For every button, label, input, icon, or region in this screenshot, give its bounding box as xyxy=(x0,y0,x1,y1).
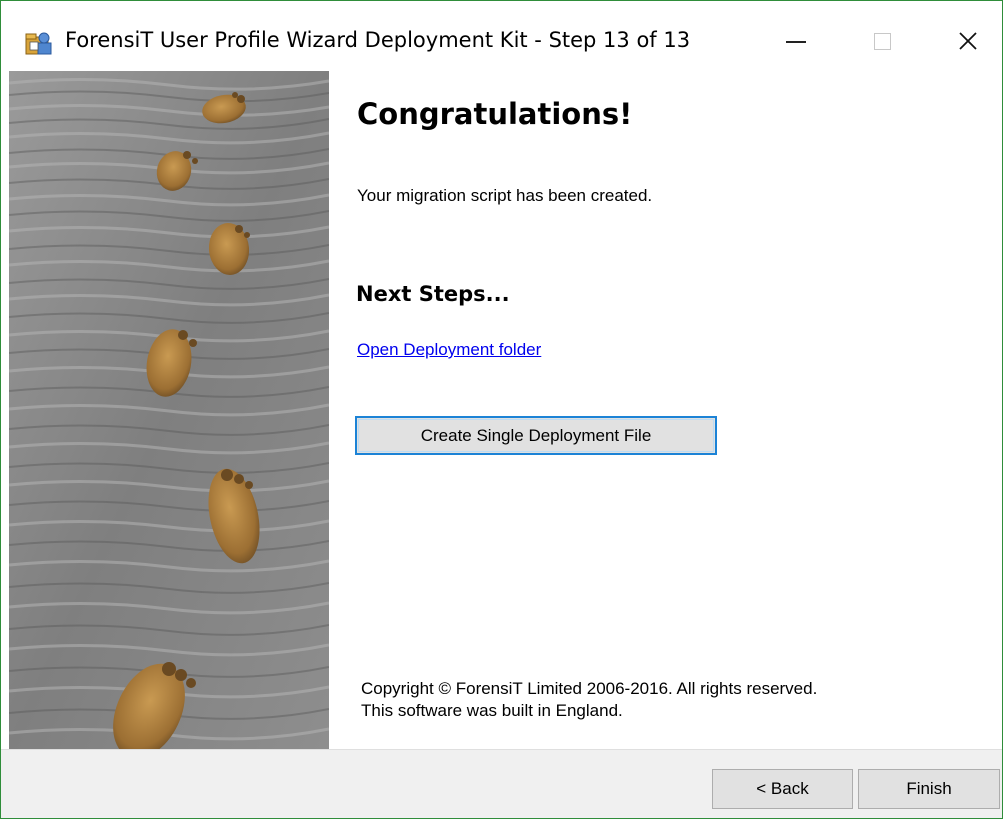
app-icon xyxy=(25,32,52,55)
copyright-line: Copyright © ForensiT Limited 2006-2016. … xyxy=(361,679,818,698)
close-icon xyxy=(959,32,977,50)
minimize-button[interactable] xyxy=(761,11,831,71)
origin-line: This software was built in England. xyxy=(361,701,623,720)
create-single-deployment-file-button[interactable]: Create Single Deployment File xyxy=(355,416,717,455)
status-message: Your migration script has been created. xyxy=(357,186,653,205)
content-panel: Congratulations! Your migration script h… xyxy=(329,71,1002,749)
back-button[interactable]: < Back xyxy=(712,769,853,809)
footprints-in-sand-image xyxy=(9,71,329,749)
button-bar: < Back Finish xyxy=(1,749,1002,818)
finish-button[interactable]: Finish xyxy=(858,769,1000,809)
minimize-icon xyxy=(786,41,806,43)
page-title: Congratulations! xyxy=(357,97,633,131)
next-steps-heading: Next Steps... xyxy=(356,282,510,306)
title-bar[interactable]: ForensiT User Profile Wizard Deployment … xyxy=(1,1,1002,71)
close-button[interactable] xyxy=(933,11,1002,71)
maximize-button[interactable] xyxy=(847,11,917,71)
create-file-button-label: Create Single Deployment File xyxy=(420,425,652,445)
copyright-text: Copyright © ForensiT Limited 2006-2016. … xyxy=(361,678,817,722)
maximize-icon xyxy=(873,32,891,50)
window-title: ForensiT User Profile Wizard Deployment … xyxy=(65,28,691,52)
open-deployment-folder-link[interactable]: Open Deployment folder xyxy=(357,340,541,360)
wizard-window: ForensiT User Profile Wizard Deployment … xyxy=(0,0,1003,819)
